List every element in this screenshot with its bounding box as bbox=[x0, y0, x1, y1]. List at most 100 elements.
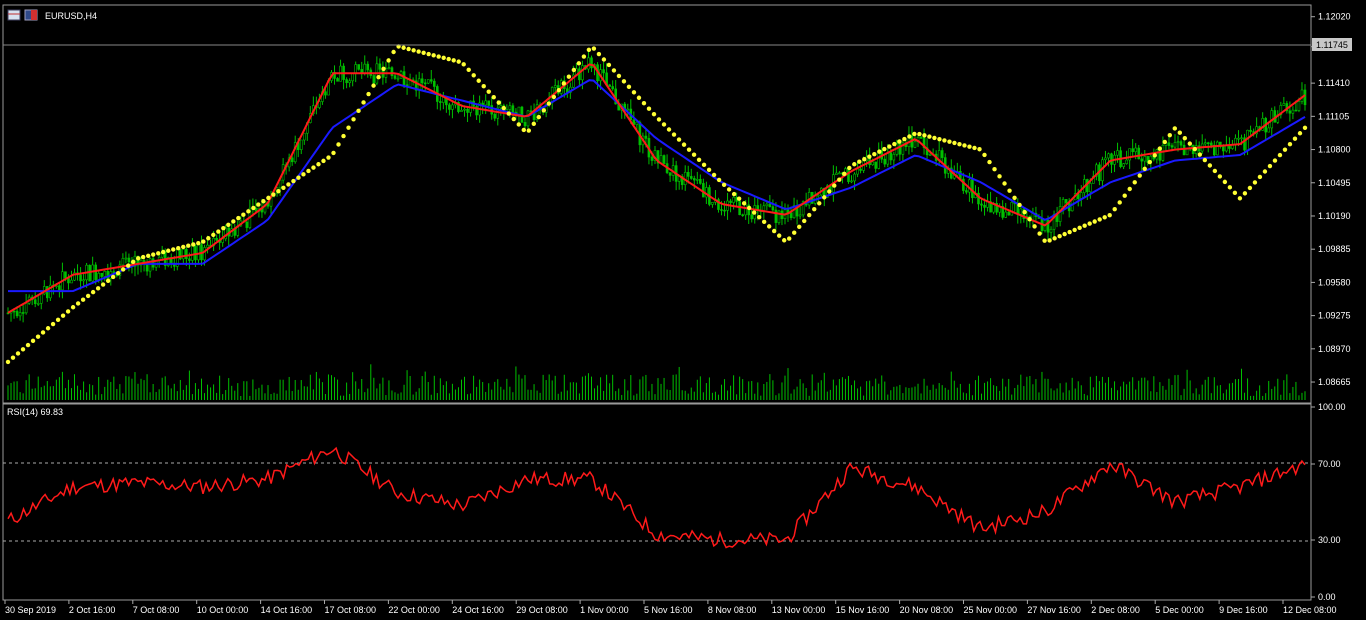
sar-dot bbox=[276, 188, 281, 194]
sar-dot bbox=[10, 355, 16, 360]
sar-dot bbox=[546, 101, 552, 106]
sar-dot bbox=[636, 95, 642, 100]
candle-body bbox=[696, 179, 699, 181]
sar-dot bbox=[70, 305, 76, 310]
candle-body bbox=[611, 86, 614, 90]
candle-body bbox=[493, 113, 497, 119]
price-tick-label: 1.12020 bbox=[1318, 12, 1351, 22]
candle-body bbox=[194, 245, 197, 261]
sar-dot bbox=[105, 278, 111, 283]
sar-dot bbox=[45, 326, 51, 331]
candle-body bbox=[511, 105, 515, 113]
candle-body bbox=[490, 105, 494, 115]
time-tick-label: 2 Dec 08:00 bbox=[1091, 605, 1140, 615]
sar-dot bbox=[706, 167, 712, 173]
time-tick-label: 10 Oct 00:00 bbox=[197, 605, 249, 615]
price-tick-label: 1.10495 bbox=[1318, 178, 1351, 188]
candle-body bbox=[245, 221, 249, 228]
candle-body bbox=[1007, 211, 1011, 216]
sar-dot bbox=[236, 215, 241, 221]
sar-dot bbox=[296, 175, 301, 180]
symbol-title: EURUSD,H4 bbox=[45, 11, 97, 21]
sar-dot bbox=[161, 249, 166, 255]
candle-body bbox=[635, 121, 639, 125]
sar-dot bbox=[201, 239, 206, 244]
candle-body bbox=[1161, 145, 1165, 161]
time-tick-label: 13 Nov 00:00 bbox=[772, 605, 826, 615]
candle-body bbox=[1061, 199, 1065, 207]
sar-dot bbox=[561, 81, 567, 86]
sar-dot bbox=[897, 139, 902, 144]
sar-dot bbox=[221, 225, 226, 231]
sar-dot bbox=[5, 359, 11, 365]
candle-body bbox=[723, 209, 726, 212]
sar-dot bbox=[947, 139, 952, 144]
sar-dot bbox=[1277, 152, 1283, 158]
time-tick-label: 15 Nov 16:00 bbox=[836, 605, 890, 615]
time-tick-label: 17 Oct 08:00 bbox=[325, 605, 377, 615]
sar-dot bbox=[25, 342, 31, 348]
sar-dot bbox=[787, 236, 792, 241]
sar-dot bbox=[676, 137, 682, 142]
sar-dot bbox=[646, 106, 652, 111]
sar-dot bbox=[471, 73, 476, 78]
sar-dot bbox=[1097, 217, 1102, 222]
sar-dot bbox=[65, 309, 71, 314]
sar-dot bbox=[115, 271, 121, 276]
sar-dot bbox=[90, 289, 96, 295]
sar-dot bbox=[100, 282, 106, 287]
sar-dot bbox=[922, 133, 927, 138]
candle-body bbox=[874, 161, 877, 169]
sar-dot bbox=[211, 232, 216, 238]
sar-dot bbox=[341, 133, 346, 139]
sar-dot bbox=[927, 134, 932, 139]
sar-dot bbox=[566, 74, 572, 79]
candle-body bbox=[871, 161, 874, 166]
time-tick-label: 5 Dec 00:00 bbox=[1155, 605, 1204, 615]
sar-dot bbox=[962, 143, 967, 148]
sar-dot bbox=[937, 136, 942, 142]
candle-body bbox=[1140, 158, 1144, 162]
sar-dot bbox=[631, 90, 637, 95]
sar-dot bbox=[616, 73, 622, 79]
candle-body bbox=[12, 310, 16, 313]
chart-canvas[interactable]: EURUSD,H4 1.12020 1.11745 1.11410 1.11105 1.… bbox=[0, 0, 1366, 620]
sar-dot bbox=[541, 108, 547, 113]
sar-dot bbox=[1162, 139, 1167, 145]
sar-dot bbox=[1057, 234, 1062, 239]
sar-dot bbox=[1127, 186, 1132, 192]
sar-dot bbox=[120, 267, 126, 272]
candle-body bbox=[702, 183, 705, 198]
candle-body bbox=[460, 109, 463, 112]
sar-dot bbox=[1212, 168, 1218, 174]
sar-dot bbox=[1292, 136, 1298, 141]
sar-dot bbox=[251, 205, 256, 211]
candle-body bbox=[203, 247, 206, 261]
sar-dot bbox=[266, 195, 271, 201]
sar-dot bbox=[246, 209, 251, 214]
sar-dot bbox=[15, 351, 21, 356]
sar-dot bbox=[807, 212, 812, 218]
candle-body bbox=[345, 79, 348, 83]
sar-dot bbox=[125, 263, 131, 268]
sar-dot bbox=[992, 167, 997, 172]
candle-body bbox=[363, 63, 367, 74]
sar-dot bbox=[521, 127, 526, 133]
sar-dot bbox=[606, 62, 612, 68]
candle-body bbox=[1089, 183, 1092, 193]
sar-dot bbox=[1012, 195, 1017, 200]
sar-dot bbox=[887, 144, 892, 149]
candle-body bbox=[983, 204, 986, 208]
candle-body bbox=[39, 293, 43, 304]
rsi-tick-label: 0.00 bbox=[1318, 592, 1336, 602]
candle-body bbox=[15, 310, 19, 317]
sar-dot bbox=[1297, 131, 1303, 136]
sar-dot bbox=[671, 132, 677, 137]
candle-body bbox=[100, 272, 104, 277]
sar-dot bbox=[736, 196, 742, 201]
sar-dot bbox=[531, 121, 537, 127]
candle-body bbox=[835, 172, 838, 175]
sar-dot bbox=[882, 146, 887, 152]
candle-body bbox=[82, 279, 85, 282]
sar-dot bbox=[1267, 163, 1273, 169]
